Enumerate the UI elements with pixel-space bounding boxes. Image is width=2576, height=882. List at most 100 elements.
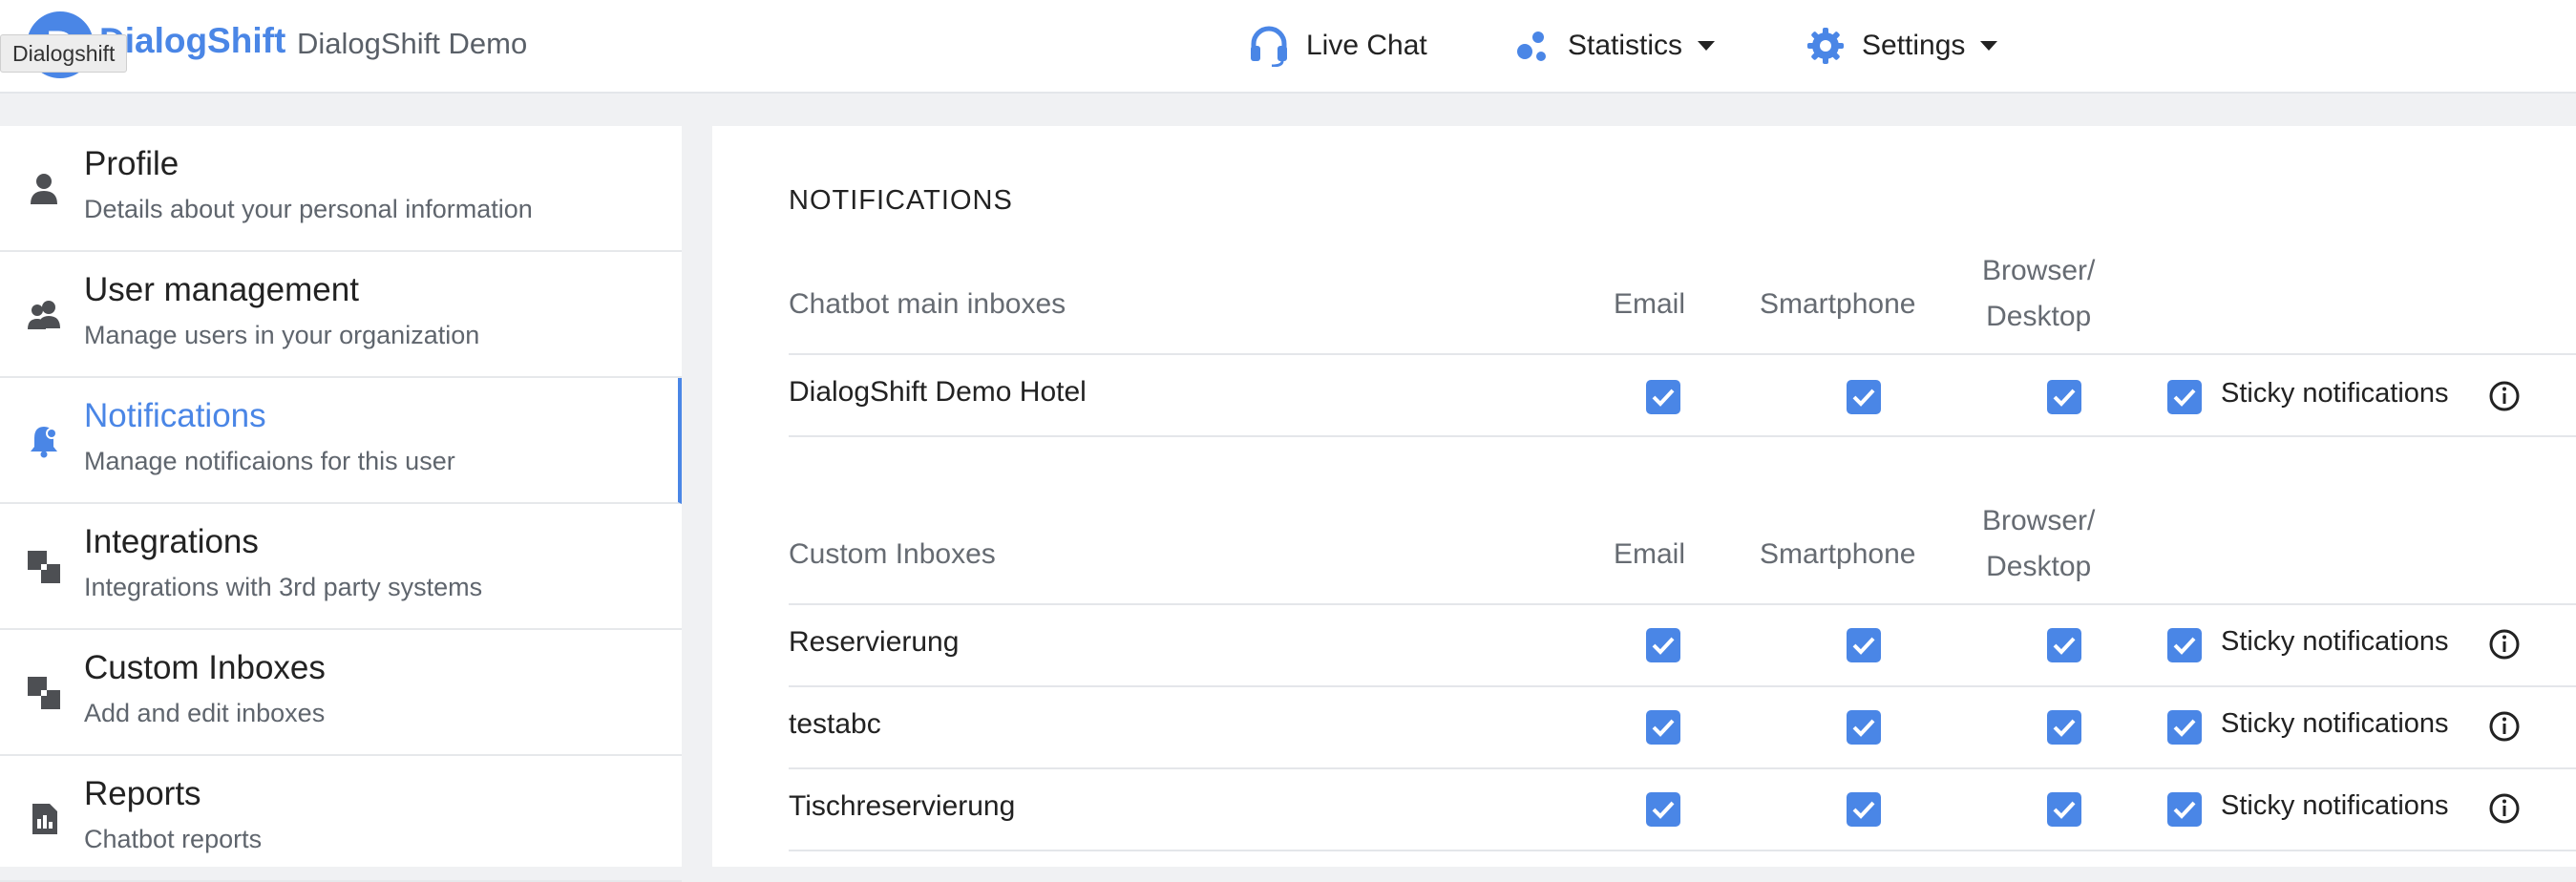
- organization-name: DialogShift Demo: [297, 27, 528, 60]
- users-icon: [28, 301, 60, 329]
- sticky-checkbox[interactable]: [2167, 628, 2202, 662]
- info-icon[interactable]: [2488, 380, 2521, 412]
- info-icon[interactable]: [2488, 792, 2521, 825]
- table-row: DialogShift Demo Hotel Sticky notificati…: [789, 355, 2576, 437]
- nav-live-chat[interactable]: Live Chat: [1249, 23, 1427, 69]
- check-icon: [1652, 719, 1675, 737]
- sidebar-item-title: Profile: [84, 145, 179, 182]
- column-smartphone: Smartphone: [1760, 288, 1916, 320]
- main-inboxes-heading: Chatbot main inboxes: [789, 288, 1066, 320]
- column-smartphone: Smartphone: [1760, 538, 1916, 570]
- table-row: Reservierung Sticky notifications: [789, 605, 2576, 687]
- column-desktop-label: Desktop: [1986, 301, 2092, 332]
- sticky-checkbox[interactable]: [2167, 792, 2202, 827]
- sticky-notifications-label: Sticky notifications: [2221, 790, 2449, 821]
- bell-icon: [31, 427, 57, 458]
- nav-settings-label: Settings: [1862, 30, 1966, 61]
- sticky-checkbox[interactable]: [2167, 380, 2202, 414]
- nav-live-chat-label: Live Chat: [1306, 30, 1427, 61]
- info-icon[interactable]: [2488, 628, 2521, 661]
- column-email: Email: [1614, 538, 1686, 570]
- sticky-notifications-label: Sticky notifications: [2221, 378, 2449, 409]
- sidebar-item-subtitle: Manage notificaions for this user: [84, 447, 455, 475]
- sidebar-item-subtitle: Chatbot reports: [84, 825, 263, 853]
- top-navbar: D DialogShift DialogShift Demo Dialogshi…: [0, 0, 2576, 94]
- sidebar-item-title: User management: [84, 271, 359, 308]
- chevron-down-icon: [1980, 41, 1998, 51]
- inbox-name: DialogShift Demo Hotel: [789, 376, 1087, 408]
- chevron-down-icon: [1698, 41, 1716, 51]
- squares-icon: [28, 677, 60, 709]
- headset-icon: [1251, 26, 1287, 67]
- sidebar-item-title: Reports: [84, 775, 201, 812]
- nav-statistics-label: Statistics: [1568, 30, 1683, 61]
- browser-checkbox[interactable]: [2047, 710, 2081, 745]
- sidebar-item-custom-inboxes[interactable]: Custom Inboxes Add and edit inboxes: [0, 630, 682, 756]
- sidebar-item-profile[interactable]: Profile Details about your personal info…: [0, 126, 682, 252]
- table-row: Tischreservierung Sticky notifications: [789, 769, 2576, 851]
- nav-settings[interactable]: Settings: [1806, 23, 1998, 69]
- browser-checkbox[interactable]: [2047, 628, 2081, 662]
- sidebar-item-title: Custom Inboxes: [84, 649, 326, 686]
- gear-icon: [1807, 28, 1844, 64]
- check-icon: [2053, 801, 2076, 819]
- report-icon: [32, 804, 57, 834]
- smartphone-checkbox[interactable]: [1847, 380, 1881, 414]
- inbox-name: Tischreservierung: [789, 790, 1016, 822]
- sticky-notifications-label: Sticky notifications: [2221, 626, 2449, 657]
- browser-checkbox[interactable]: [2047, 792, 2081, 827]
- check-icon: [1852, 719, 1875, 737]
- column-email: Email: [1614, 288, 1686, 320]
- check-icon: [2173, 719, 2196, 737]
- sticky-notifications-label: Sticky notifications: [2221, 708, 2449, 739]
- squares-icon: [28, 551, 60, 583]
- table-row: testabc Sticky notifications: [789, 687, 2576, 769]
- sidebar-item-subtitle: Add and edit inboxes: [84, 699, 326, 727]
- sidebar-item-user-management[interactable]: User management Manage users in your org…: [0, 252, 682, 378]
- email-checkbox[interactable]: [1646, 792, 1680, 827]
- check-icon: [2173, 388, 2196, 407]
- column-browser-desktop: Browser/ Desktop: [1982, 248, 2095, 340]
- check-icon: [1852, 388, 1875, 407]
- check-icon: [2173, 637, 2196, 655]
- sidebar-item-title: Integrations: [84, 523, 259, 560]
- sidebar-item-notifications[interactable]: Notifications Manage notificaions for th…: [0, 378, 682, 504]
- email-checkbox[interactable]: [1646, 710, 1680, 745]
- column-browser-desktop: Browser/ Desktop: [1982, 498, 2095, 590]
- email-checkbox[interactable]: [1646, 380, 1680, 414]
- smartphone-checkbox[interactable]: [1847, 792, 1881, 827]
- sidebar-item-title: Notifications: [84, 397, 266, 434]
- column-desktop-label: Desktop: [1986, 551, 2092, 582]
- smartphone-checkbox[interactable]: [1847, 710, 1881, 745]
- smartphone-checkbox[interactable]: [1847, 628, 1881, 662]
- check-icon: [2053, 388, 2076, 407]
- check-icon: [1852, 801, 1875, 819]
- settings-sidebar: Profile Details about your personal info…: [0, 126, 682, 882]
- check-icon: [1652, 801, 1675, 819]
- check-icon: [1652, 388, 1675, 407]
- column-browser-label: Browser/: [1982, 255, 2096, 286]
- sidebar-item-reports[interactable]: Reports Chatbot reports: [0, 756, 682, 882]
- statistics-icon: [1517, 32, 1546, 61]
- info-icon[interactable]: [2488, 710, 2521, 743]
- sidebar-item-subtitle: Integrations with 3rd party systems: [84, 573, 483, 601]
- nav-statistics[interactable]: Statistics: [1516, 23, 1716, 69]
- check-icon: [1852, 637, 1875, 655]
- brand-name[interactable]: DialogShift: [99, 21, 285, 61]
- check-icon: [2053, 719, 2076, 737]
- column-browser-label: Browser/: [1982, 505, 2096, 536]
- email-checkbox[interactable]: [1646, 628, 1680, 662]
- notifications-panel: NOTIFICATIONS Chatbot main inboxes Email…: [712, 126, 2576, 867]
- custom-inboxes-table-header: Custom Inboxes Email Smartphone Browser/…: [789, 504, 2576, 605]
- sidebar-item-subtitle: Manage users in your organization: [84, 321, 480, 349]
- sidebar-item-subtitle: Details about your personal information: [84, 195, 533, 223]
- person-icon: [31, 174, 57, 204]
- custom-inboxes-heading: Custom Inboxes: [789, 538, 996, 570]
- section-title: NOTIFICATIONS: [789, 185, 1013, 216]
- browser-checkbox[interactable]: [2047, 380, 2081, 414]
- main-inboxes-table-header: Chatbot main inboxes Email Smartphone Br…: [789, 254, 2576, 355]
- inbox-name: testabc: [789, 708, 881, 740]
- sticky-checkbox[interactable]: [2167, 710, 2202, 745]
- sidebar-item-integrations[interactable]: Integrations Integrations with 3rd party…: [0, 504, 682, 630]
- inbox-name: Reservierung: [789, 626, 960, 658]
